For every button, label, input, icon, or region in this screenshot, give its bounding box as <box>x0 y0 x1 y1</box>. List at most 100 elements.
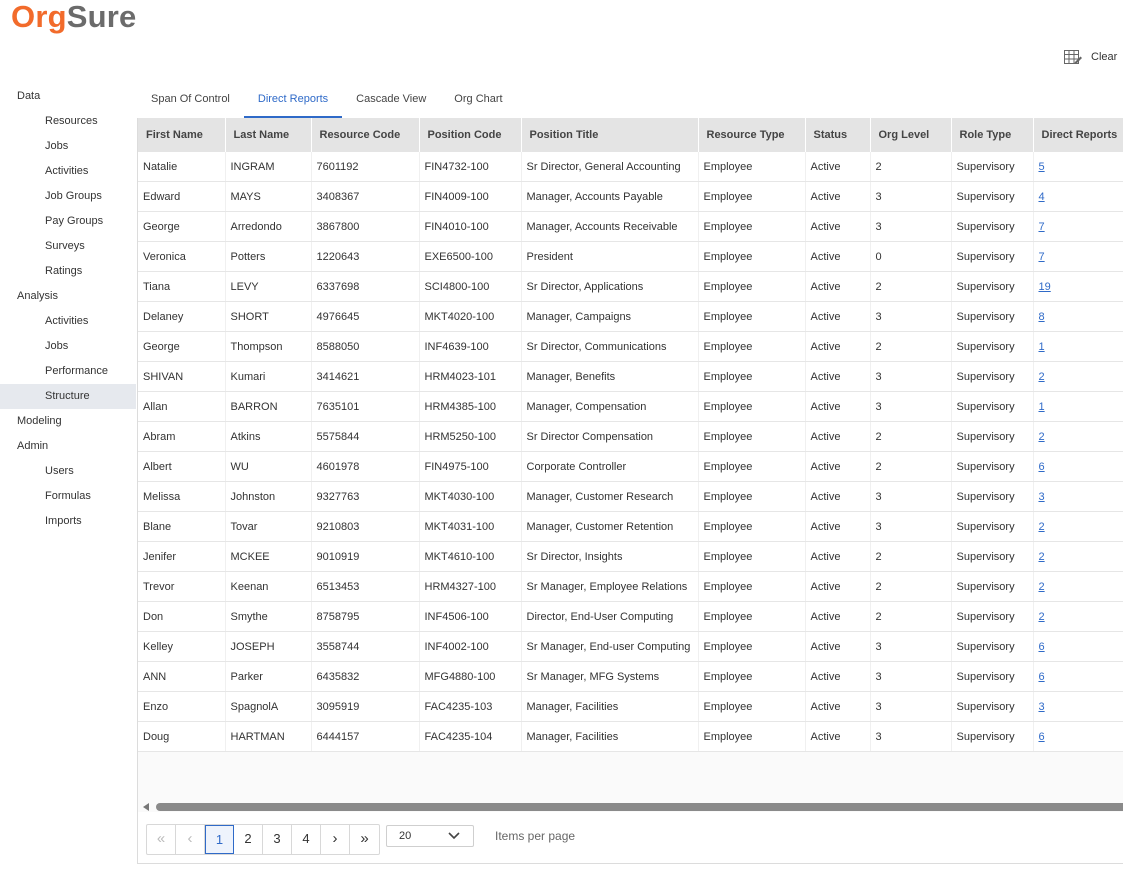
tab-org-chart[interactable]: Org Chart <box>440 86 516 118</box>
table-row[interactable]: Tiana LEVY 6337698 SCI4800-100 Sr Director, … <box>138 271 1123 302</box>
direct-reports-link[interactable]: 8 <box>1039 311 1045 323</box>
table-row[interactable]: Abram Atkins 5575844 HRM5250-100 Sr Director… <box>138 421 1123 452</box>
direct-reports-link[interactable]: 6 <box>1039 671 1045 683</box>
sidebar-item-resources[interactable]: Resources <box>0 109 136 134</box>
direct-reports-link[interactable]: 2 <box>1039 521 1045 533</box>
direct-reports-link[interactable]: 2 <box>1039 581 1045 593</box>
table-row[interactable]: Edward MAYS 3408367 FIN4009-100 Manager, Acc… <box>138 181 1123 212</box>
table-row[interactable]: ANN Parker 6435832 MFG4880-100 Sr Manager, M… <box>138 661 1123 692</box>
sidebar-section-modeling[interactable]: Modeling <box>0 409 136 434</box>
cell-role-type: Supervisory <box>951 241 1034 272</box>
cell-org-level: 2 <box>870 331 952 362</box>
sidebar-item-imports[interactable]: Imports <box>0 509 136 534</box>
page-4-button[interactable]: 4 <box>292 825 321 854</box>
direct-reports-link[interactable]: 6 <box>1039 731 1045 743</box>
table-clear-icon <box>1064 49 1082 64</box>
direct-reports-link[interactable]: 6 <box>1039 461 1045 473</box>
column-header-last-name[interactable]: Last Name <box>225 118 312 152</box>
sidebar-section-admin[interactable]: Admin <box>0 434 136 459</box>
cell-role-type: Supervisory <box>951 541 1034 572</box>
clear-button[interactable]: Clear <box>1064 48 1117 66</box>
table-row[interactable]: Veronica Potters 1220643 EXE6500-100 Preside… <box>138 241 1123 272</box>
column-header-direct-reports[interactable]: Direct Reports <box>1033 118 1123 152</box>
sidebar-section-data[interactable]: Data <box>0 84 136 109</box>
table-row[interactable]: Don Smythe 8758795 INF4506-100 Director, End… <box>138 601 1123 632</box>
sidebar-item-performance[interactable]: Performance <box>0 359 136 384</box>
column-header-position-title[interactable]: Position Title <box>521 118 699 152</box>
cell-first-name: Trevor <box>138 571 226 602</box>
scroll-left-arrow-icon[interactable] <box>143 803 149 811</box>
direct-reports-link[interactable]: 3 <box>1039 491 1045 503</box>
scrollbar-thumb[interactable] <box>156 803 1123 811</box>
next-page-button[interactable]: › <box>321 825 350 854</box>
tab-span-of-control[interactable]: Span Of Control <box>137 86 244 118</box>
column-header-org-level[interactable]: Org Level <box>870 118 952 152</box>
column-header-resource-code[interactable]: Resource Code <box>311 118 420 152</box>
cell-position-code: FIN4975-100 <box>419 451 522 482</box>
table-row[interactable]: George Arredondo 3867800 FIN4010-100 Manager… <box>138 211 1123 242</box>
sidebar-item-structure[interactable]: Structure <box>0 384 136 409</box>
sidebar-item-formulas[interactable]: Formulas <box>0 484 136 509</box>
prev-page-button[interactable]: ‹ <box>176 825 205 854</box>
tab-cascade-view[interactable]: Cascade View <box>342 86 440 118</box>
cell-status: Active <box>805 601 871 632</box>
table-row[interactable]: Allan BARRON 7635101 HRM4385-100 Manager, Co… <box>138 391 1123 422</box>
table-row[interactable]: Blane Tovar 9210803 MKT4031-100 Manager, Cus… <box>138 511 1123 542</box>
first-page-button[interactable]: « <box>147 825 176 854</box>
cell-resource-type: Employee <box>698 331 806 362</box>
page-2-button[interactable]: 2 <box>234 825 263 854</box>
cell-first-name: Tiana <box>138 271 226 302</box>
column-header-first-name[interactable]: First Name <box>138 118 226 152</box>
direct-reports-link[interactable]: 2 <box>1039 551 1045 563</box>
logo-sure-text: Sure <box>66 0 137 34</box>
column-header-status[interactable]: Status <box>805 118 871 152</box>
direct-reports-link[interactable]: 2 <box>1039 371 1045 383</box>
sidebar-item-jobs[interactable]: Jobs <box>0 134 136 159</box>
column-header-role-type[interactable]: Role Type <box>951 118 1034 152</box>
direct-reports-link[interactable]: 2 <box>1039 431 1045 443</box>
sidebar-item-surveys[interactable]: Surveys <box>0 234 136 259</box>
sidebar-item-pay-groups[interactable]: Pay Groups <box>0 209 136 234</box>
table-row[interactable]: Enzo SpagnolA 3095919 FAC4235-103 Manager, F… <box>138 691 1123 722</box>
direct-reports-link[interactable]: 4 <box>1039 191 1045 203</box>
sidebar-item-analysis-activities[interactable]: Activities <box>0 309 136 334</box>
table-row[interactable]: Delaney SHORT 4976645 MKT4020-100 Manager, C… <box>138 301 1123 332</box>
page-1-button[interactable]: 1 <box>205 825 234 854</box>
direct-reports-link[interactable]: 7 <box>1039 251 1045 263</box>
sidebar-item-users[interactable]: Users <box>0 459 136 484</box>
last-page-button[interactable]: » <box>350 825 379 854</box>
cell-position-code: FIN4732-100 <box>419 152 522 182</box>
table-row[interactable]: Doug HARTMAN 6444157 FAC4235-104 Manager, Fa… <box>138 721 1123 752</box>
table-row[interactable]: Natalie INGRAM 7601192 FIN4732-100 Sr Direct… <box>138 152 1123 182</box>
column-header-resource-type[interactable]: Resource Type <box>698 118 806 152</box>
cell-status: Active <box>805 691 871 722</box>
table-row[interactable]: Albert WU 4601978 FIN4975-100 Corporate Cont… <box>138 451 1123 482</box>
tab-direct-reports[interactable]: Direct Reports <box>243 86 343 118</box>
cell-last-name: Smythe <box>225 601 312 632</box>
direct-reports-link[interactable]: 7 <box>1039 221 1045 233</box>
sidebar-item-activities[interactable]: Activities <box>0 159 136 184</box>
direct-reports-link[interactable]: 3 <box>1039 701 1045 713</box>
sidebar-item-ratings[interactable]: Ratings <box>0 259 136 284</box>
table-row[interactable]: SHIVAN Kumari 3414621 HRM4023-101 Manager, B… <box>138 361 1123 392</box>
table-row[interactable]: George Thompson 8588050 INF4639-100 Sr Direc… <box>138 331 1123 362</box>
cell-org-level: 2 <box>870 421 952 452</box>
page-3-button[interactable]: 3 <box>263 825 292 854</box>
horizontal-scrollbar[interactable] <box>138 802 1123 812</box>
table-row[interactable]: Jenifer MCKEE 9010919 MKT4610-100 Sr Directo… <box>138 541 1123 572</box>
table-row[interactable]: Trevor Keenan 6513453 HRM4327-100 Sr Manager… <box>138 571 1123 602</box>
table-row[interactable]: Kelley JOSEPH 3558744 INF4002-100 Sr Manager… <box>138 631 1123 662</box>
page-size-select[interactable]: 20 <box>386 825 474 847</box>
direct-reports-link[interactable]: 6 <box>1039 641 1045 653</box>
column-header-position-code[interactable]: Position Code <box>419 118 522 152</box>
cell-direct-reports: 5 <box>1033 152 1123 182</box>
direct-reports-link[interactable]: 19 <box>1039 281 1051 293</box>
direct-reports-link[interactable]: 1 <box>1039 341 1045 353</box>
direct-reports-link[interactable]: 2 <box>1039 611 1045 623</box>
direct-reports-link[interactable]: 1 <box>1039 401 1045 413</box>
table-row[interactable]: Melissa Johnston 9327763 MKT4030-100 Manager… <box>138 481 1123 512</box>
direct-reports-link[interactable]: 5 <box>1039 161 1045 173</box>
sidebar-section-analysis[interactable]: Analysis <box>0 284 136 309</box>
sidebar-item-job-groups[interactable]: Job Groups <box>0 184 136 209</box>
sidebar-item-analysis-jobs[interactable]: Jobs <box>0 334 136 359</box>
